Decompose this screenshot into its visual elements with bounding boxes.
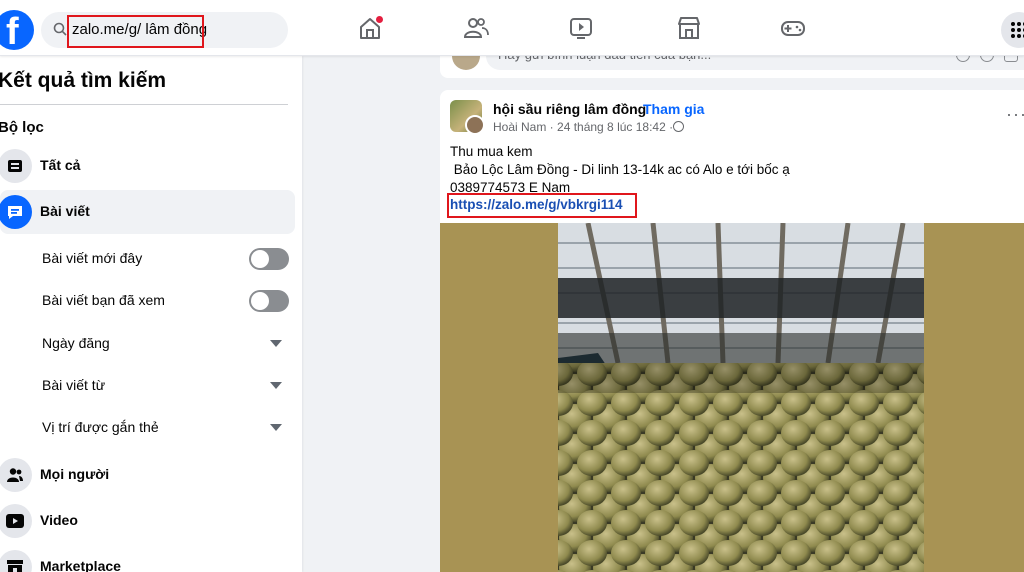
post-meta: Hoài Nam · 24 tháng 8 lúc 18:42 · [493,120,674,134]
subfilter-label: Bài viết mới đây [42,250,143,266]
marketplace-icon[interactable] [675,14,703,42]
avatar[interactable] [465,115,485,135]
filter-heading: Bộ lọc [0,119,44,136]
post-text-line: Thu mua kem [450,144,533,159]
marketplace-icon [0,550,32,572]
facebook-logo-letter: f [6,11,19,50]
sidebar-item-label: Mọi người [40,466,110,482]
sidebar-item-posts[interactable]: Bài viết [0,190,295,234]
sidebar-title: Kết quả tìm kiếm [0,69,167,92]
sidebar-item-label: Marketplace [40,558,121,572]
recent-posts-toggle[interactable] [249,248,289,270]
more-options-icon[interactable]: ··· [1006,104,1024,125]
sidebar-item-video[interactable]: Video [0,499,295,543]
sidebar-item-label: Video [40,512,78,528]
subfilter-label: Ngày đăng [42,335,110,351]
friends-icon[interactable] [462,14,490,42]
subfilter-label: Vị trí được gắn thẻ [42,419,159,435]
subfilter-label: Bài viết bạn đã xem [42,292,165,308]
subfilter-seen-posts[interactable]: Bài viết bạn đã xem [42,280,292,320]
subfilter-recent-posts[interactable]: Bài viết mới đây [42,238,292,278]
sidebar-item-all[interactable]: Tất cả [0,144,295,188]
search-filters-sidebar: Kết quả tìm kiếm Bộ lọc Tất cả Bài viết … [0,56,302,572]
subfilter-posts-from[interactable]: Bài viết từ [42,365,292,405]
group-name-link[interactable]: hội sầu riêng lâm đồng [493,101,646,117]
search-result-post: hội sầu riêng lâm đồng · Tham gia Hoài N… [440,90,1024,572]
feed-icon [0,149,32,183]
durian-photo-drawing [558,223,924,572]
sidebar-item-marketplace[interactable]: Marketplace [0,545,295,572]
sidebar-item-label: Bài viết [40,203,90,219]
globe-icon [673,121,684,132]
chevron-down-icon [270,340,282,347]
subfilter-label: Bài viết từ [42,377,106,393]
facebook-logo[interactable]: f [0,10,34,50]
gaming-icon[interactable] [779,14,807,42]
separator-dot: · [636,101,641,117]
seen-posts-toggle[interactable] [249,290,289,312]
sidebar-item-label: Tất cả [40,157,81,173]
home-notification-dot [376,16,383,23]
link-highlight-box [447,193,637,218]
menu-grid-icon [1011,22,1024,38]
post-text-line: Bảo Lộc Lâm Đồng - Di linh 13-14k ac có … [450,162,790,177]
chevron-down-icon [270,382,282,389]
sidebar-item-people[interactable]: Mọi người [0,453,295,497]
video-icon [0,504,32,538]
sidebar-divider [0,104,288,105]
watch-icon[interactable] [567,14,595,42]
join-group-link[interactable]: Tham gia [643,101,704,117]
chevron-down-icon [270,424,282,431]
menu-button[interactable] [1001,12,1024,48]
posts-icon [0,195,32,229]
top-navigation-bar: f zalo.me/g/ lâm đồng [0,0,1024,56]
subfilter-tagged-location[interactable]: Vị trí được gắn thẻ [42,407,292,447]
people-icon [0,458,32,492]
post-photo-container[interactable] [440,223,1024,572]
subfilter-date-posted[interactable]: Ngày đăng [42,323,292,363]
search-icon [53,22,67,36]
durian-truck-photo[interactable] [558,223,924,572]
search-highlight-box [67,15,204,48]
